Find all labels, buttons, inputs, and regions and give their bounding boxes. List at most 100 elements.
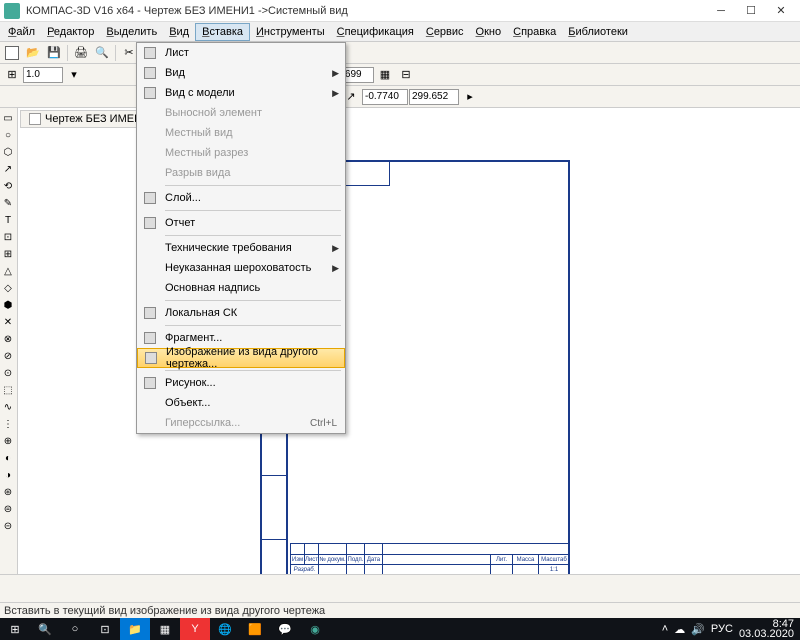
- new-button[interactable]: [2, 44, 22, 62]
- save-button[interactable]: 💾: [44, 44, 64, 62]
- menu-item-5: Местный разрез: [137, 143, 345, 163]
- menu-окно[interactable]: Окно: [470, 24, 508, 40]
- menu-спецификация[interactable]: Спецификация: [331, 24, 420, 40]
- grid-icon[interactable]: ▦: [375, 66, 395, 84]
- blank-icon: [141, 105, 159, 121]
- blank-icon: [141, 415, 159, 431]
- preview-button[interactable]: 🔍: [92, 44, 112, 62]
- submenu-arrow-icon: ▶: [332, 88, 339, 99]
- minimize-button[interactable]: ─: [706, 1, 736, 21]
- menu-справка[interactable]: Справка: [507, 24, 562, 40]
- tray-lang[interactable]: РУС: [711, 623, 733, 635]
- menu-файл[interactable]: Файл: [2, 24, 41, 40]
- taskview-button[interactable]: ⊡: [90, 618, 120, 640]
- vtool-0[interactable]: ▭: [0, 110, 16, 126]
- menu-item-8[interactable]: Слой...: [137, 188, 345, 208]
- vtool-18[interactable]: ⋮: [0, 416, 16, 432]
- menu-вставка[interactable]: Вставка: [195, 23, 250, 41]
- menu-item-14[interactable]: Основная надпись: [137, 278, 345, 298]
- cortana-button[interactable]: ○: [60, 618, 90, 640]
- vtool-22[interactable]: ⊛: [0, 484, 16, 500]
- search-button[interactable]: 🔍: [30, 618, 60, 640]
- doc-icon: [29, 113, 41, 125]
- menu-item-label: Выносной элемент: [165, 107, 341, 119]
- menu-item-18[interactable]: Фрагмент...: [137, 328, 345, 348]
- window-title: КОМПАС-3D V16 x64 - Чертеж БЕЗ ИМЕНИ1 ->…: [26, 5, 706, 17]
- menu-item-2[interactable]: Вид с модели▶: [137, 83, 345, 103]
- coord-y-input[interactable]: [409, 89, 459, 105]
- zoom-input[interactable]: [23, 67, 63, 83]
- blank-icon: [141, 165, 159, 181]
- vtool-9[interactable]: △: [0, 263, 16, 279]
- app3-icon[interactable]: Y: [180, 618, 210, 640]
- vtool-13[interactable]: ⊗: [0, 331, 16, 347]
- vtool-4[interactable]: ⟲: [0, 178, 16, 194]
- vtool-8[interactable]: ⊞: [0, 246, 16, 262]
- vtool-14[interactable]: ⊘: [0, 348, 16, 364]
- vtool-17[interactable]: ∿: [0, 399, 16, 415]
- app7-icon[interactable]: ◉: [300, 618, 330, 640]
- vtool-24[interactable]: ⊝: [0, 518, 16, 534]
- vtool-16[interactable]: ⬚: [0, 382, 16, 398]
- windows-taskbar: ⊞ 🔍 ○ ⊡ 📁 ▦ Y 🌐 🟧 💬 ◉ ˄ ☁ 🔊 РУС 8:47 03.…: [0, 618, 800, 640]
- menu-item-19[interactable]: Изображение из вида другого чертежа...: [137, 348, 345, 368]
- menu-item-1[interactable]: Вид▶: [137, 63, 345, 83]
- vtool-23[interactable]: ⊜: [0, 501, 16, 517]
- system-tray[interactable]: ˄ ☁ 🔊 РУС 8:47 03.03.2020: [662, 619, 800, 639]
- vtool-1[interactable]: ○: [0, 127, 16, 143]
- vtool-19[interactable]: ⊕: [0, 433, 16, 449]
- menu-item-12[interactable]: Технические требования▶: [137, 238, 345, 258]
- tray-cloud-icon[interactable]: ☁: [674, 623, 685, 636]
- menu-item-0[interactable]: Лист: [137, 43, 345, 63]
- menu-вид[interactable]: Вид: [163, 24, 195, 40]
- menu-сервис[interactable]: Сервис: [420, 24, 470, 40]
- vtool-10[interactable]: ◇: [0, 280, 16, 296]
- blank-icon: [141, 395, 159, 411]
- app5-icon[interactable]: 🟧: [240, 618, 270, 640]
- dropdown-icon[interactable]: ▾: [64, 66, 84, 84]
- menu-item-10[interactable]: Отчет: [137, 213, 345, 233]
- tray-volume-icon[interactable]: 🔊: [691, 623, 705, 636]
- menu-item-22[interactable]: Объект...: [137, 393, 345, 413]
- print-button[interactable]: 🖨: [71, 44, 91, 62]
- vtool-7[interactable]: ⊡: [0, 229, 16, 245]
- coord-x-input[interactable]: [362, 89, 408, 105]
- app2-icon[interactable]: ▦: [150, 618, 180, 640]
- toggle-icon[interactable]: ⊟: [396, 66, 416, 84]
- open-button[interactable]: 📂: [23, 44, 43, 62]
- menu-item-label: Технические требования: [165, 242, 332, 254]
- vtool-11[interactable]: ⬢: [0, 297, 16, 313]
- menu-редактор[interactable]: Редактор: [41, 24, 100, 40]
- start-button[interactable]: ⊞: [0, 618, 30, 640]
- vtool-2[interactable]: ⬡: [0, 144, 16, 160]
- layer-icon: [141, 190, 159, 206]
- app6-icon[interactable]: 💬: [270, 618, 300, 640]
- menu-item-21[interactable]: Рисунок...: [137, 373, 345, 393]
- vtool-15[interactable]: ⊙: [0, 365, 16, 381]
- app4-icon[interactable]: 🌐: [210, 618, 240, 640]
- menu-item-label: Лист: [165, 47, 341, 59]
- vtool-20[interactable]: ◐: [0, 450, 16, 466]
- menu-item-13[interactable]: Неуказанная шероховатость▶: [137, 258, 345, 278]
- close-button[interactable]: ✕: [766, 1, 796, 21]
- vtool-6[interactable]: T: [0, 212, 16, 228]
- vtool-12[interactable]: ✕: [0, 314, 16, 330]
- maximize-button[interactable]: ☐: [736, 1, 766, 21]
- menu-библиотеки[interactable]: Библиотеки: [562, 24, 634, 40]
- menu-item-label: Местный разрез: [165, 147, 341, 159]
- coord-button[interactable]: ▸: [460, 88, 480, 106]
- menu-инструменты[interactable]: Инструменты: [250, 24, 331, 40]
- vtool-3[interactable]: ↗: [0, 161, 16, 177]
- menu-выделить[interactable]: Выделить: [100, 24, 163, 40]
- page-icon: [141, 45, 159, 61]
- tray-up-icon[interactable]: ˄: [662, 623, 668, 635]
- menu-item-16[interactable]: Локальная СК: [137, 303, 345, 323]
- tray-date[interactable]: 03.03.2020: [739, 629, 794, 639]
- tool-button[interactable]: ⊞: [2, 66, 22, 84]
- vtool-5[interactable]: ✎: [0, 195, 16, 211]
- vtool-21[interactable]: ◑: [0, 467, 16, 483]
- menu-item-label: Местный вид: [165, 127, 341, 139]
- submenu-arrow-icon: ▶: [332, 243, 339, 254]
- content-area: ▭○⬡↗⟲✎T⊡⊞△◇⬢✕⊗⊘⊙⬚∿⋮⊕◐◑⊛⊜⊝ Чертеж БЕЗ ИМЕ…: [0, 108, 800, 628]
- app1-icon[interactable]: 📁: [120, 618, 150, 640]
